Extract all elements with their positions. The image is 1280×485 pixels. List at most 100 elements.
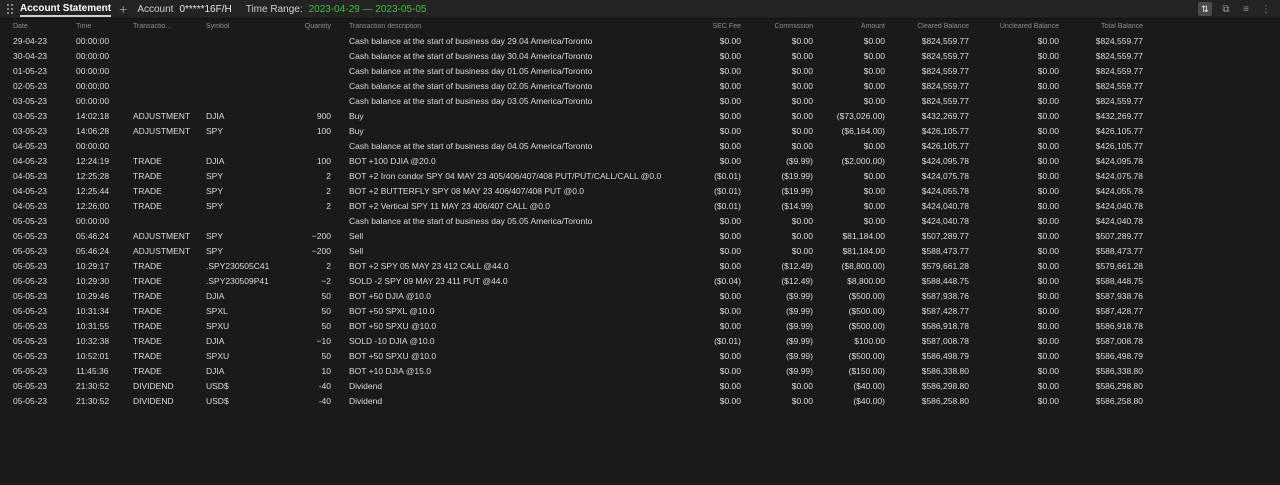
col-quantity[interactable]: Quantity	[282, 23, 331, 30]
table-row[interactable]: 05-05-23 21:30:52 DIVIDEND USD$ -40 Dividend $…	[0, 378, 1280, 393]
cell-description: Dividend	[349, 380, 383, 391]
cell-quantity: 50	[321, 350, 331, 361]
cell-cleared-balance: $424,040.78	[921, 200, 969, 211]
cell-time: 10:29:30	[76, 275, 110, 286]
table-row[interactable]: 05-05-23 00:00:00 Cash balance at the star…	[0, 213, 1280, 228]
cell-transaction-type: TRADE	[133, 185, 162, 196]
cell-total-balance: $586,498.79	[1095, 350, 1143, 361]
cell-amount: $0.00	[863, 50, 885, 61]
table-row[interactable]: 03-05-23 00:00:00 Cash balance at the star…	[0, 93, 1280, 108]
cell-amount: ($73,026.00)	[836, 110, 885, 121]
cell-quantity: 100	[316, 125, 331, 136]
table-row[interactable]: 05-05-23 10:32:38 TRADE DJIA −10 SOLD -10 DJI…	[0, 333, 1280, 348]
cell-commission: ($19.99)	[781, 170, 813, 181]
cell-description: BOT +2 BUTTERFLY SPY 08 MAY 23 406/407/4…	[349, 185, 585, 196]
cell-symbol: SPY	[206, 125, 224, 136]
cell-cleared-balance: $588,448.75	[921, 275, 969, 286]
col-time[interactable]: Time	[76, 23, 128, 30]
table-row[interactable]: 30-04-23 00:00:00 Cash balance at the star…	[0, 48, 1280, 63]
popout-icon[interactable]: ⧉	[1220, 4, 1232, 15]
table-row[interactable]: 05-05-23 10:31:34 TRADE SPXL 50 BOT +50 SPXL …	[0, 303, 1280, 318]
sync-icon[interactable]: ⇅	[1198, 2, 1212, 16]
table-row[interactable]: 05-05-23 11:45:36 TRADE DJIA 10 BOT +10 DJIA …	[0, 363, 1280, 378]
cell-date: 03-05-23	[13, 110, 48, 121]
drag-handle-icon[interactable]	[7, 4, 13, 14]
cell-total-balance: $587,938.76	[1095, 290, 1143, 301]
cell-commission: ($9.99)	[786, 305, 813, 316]
cell-time: 10:31:55	[76, 320, 110, 331]
table-row[interactable]: 03-05-23 14:02:18 ADJUSTMENT DJIA 900 Buy $0.0…	[0, 108, 1280, 123]
table-row[interactable]: 05-05-23 10:52:01 TRADE SPXU 50 BOT +50 SPXU …	[0, 348, 1280, 363]
cell-date: 04-05-23	[13, 155, 48, 166]
col-commission[interactable]: Commission	[750, 23, 813, 30]
col-description[interactable]: Transaction description	[349, 23, 699, 30]
statement-table: Date Time Transactio... Symbol Quantity …	[0, 19, 1280, 408]
cell-amount: ($500.00)	[848, 305, 885, 316]
col-cleared-balance[interactable]: Cleared Balance	[895, 23, 969, 30]
cell-time: 12:25:28	[76, 170, 110, 181]
cell-sec-fee: $0.00	[719, 215, 741, 226]
table-row[interactable]: 05-05-23 10:29:17 TRADE .SPY230505C41 2 BOT +…	[0, 258, 1280, 273]
time-range-selector[interactable]: 2023-04-29 — 2023-05-05	[309, 4, 427, 15]
cell-uncleared-balance: $0.00	[1037, 395, 1059, 406]
cell-commission: $0.00	[791, 95, 813, 106]
table-row[interactable]: 29-04-23 00:00:00 Cash balance at the star…	[0, 33, 1280, 48]
table-row[interactable]: 04-05-23 12:25:44 TRADE SPY 2 BOT +2 BUTTERFL…	[0, 183, 1280, 198]
cell-date: 04-05-23	[13, 185, 48, 196]
table-row[interactable]: 05-05-23 10:29:30 TRADE .SPY230509P41 −2 SOLD…	[0, 273, 1280, 288]
col-total-balance[interactable]: Total Balance	[1070, 23, 1143, 30]
table-row[interactable]: 05-05-23 05:46:24 ADJUSTMENT SPY −200 Sell $0.…	[0, 243, 1280, 258]
table-row[interactable]: 04-05-23 00:00:00 Cash balance at the star…	[0, 138, 1280, 153]
cell-time: 21:30:52	[76, 380, 110, 391]
table-row[interactable]: 05-05-23 05:46:24 ADJUSTMENT SPY −200 Sell $0.…	[0, 228, 1280, 243]
cell-commission: $0.00	[791, 80, 813, 91]
cell-quantity: 2	[326, 170, 331, 181]
col-amount[interactable]: Amount	[820, 23, 885, 30]
cell-transaction-type: TRADE	[133, 350, 162, 361]
cell-symbol: SPXU	[206, 350, 230, 361]
add-tab-button[interactable]: +	[119, 2, 127, 16]
cell-sec-fee: ($0.04)	[714, 275, 741, 286]
table-row[interactable]: 01-05-23 00:00:00 Cash balance at the star…	[0, 63, 1280, 78]
table-row[interactable]: 05-05-23 21:30:52 DIVIDEND USD$ -40 Dividend $…	[0, 393, 1280, 408]
table-row[interactable]: 05-05-23 10:31:55 TRADE SPXU 50 BOT +50 SPXU …	[0, 318, 1280, 333]
cell-commission: ($12.49)	[781, 275, 813, 286]
col-symbol[interactable]: Symbol	[206, 23, 294, 30]
cell-sec-fee: $0.00	[719, 380, 741, 391]
col-sec-fee[interactable]: SEC Fee	[700, 23, 741, 30]
cell-sec-fee: ($0.01)	[714, 170, 741, 181]
cell-symbol: SPXU	[206, 320, 230, 331]
table-row[interactable]: 05-05-23 10:29:46 TRADE DJIA 50 BOT +50 DJIA …	[0, 288, 1280, 303]
col-transaction-type[interactable]: Transactio...	[133, 23, 201, 30]
cell-quantity: −200	[311, 230, 331, 241]
cell-total-balance: $424,040.78	[1095, 200, 1143, 211]
cell-commission: ($9.99)	[786, 335, 813, 346]
table-header: Date Time Transactio... Symbol Quantity …	[0, 19, 1280, 33]
cell-date: 05-05-23	[13, 395, 48, 406]
more-icon[interactable]: ⋮	[1260, 4, 1272, 15]
col-date[interactable]: Date	[13, 23, 69, 30]
cell-amount: ($40.00)	[853, 380, 885, 391]
cell-sec-fee: $0.00	[719, 95, 741, 106]
cell-cleared-balance: $587,428.77	[921, 305, 969, 316]
cell-date: 05-05-23	[13, 215, 48, 226]
cell-description: Sell	[349, 245, 364, 256]
cell-date: 05-05-23	[13, 260, 48, 271]
cell-transaction-type: TRADE	[133, 260, 162, 271]
col-uncleared-balance[interactable]: Uncleared Balance	[985, 23, 1059, 30]
cell-commission: $0.00	[791, 50, 813, 61]
cell-transaction-type: ADJUSTMENT	[133, 125, 191, 136]
account-selector[interactable]: 0*****16F/H	[179, 4, 231, 15]
menu-icon[interactable]: ≡	[1240, 4, 1252, 15]
table-row[interactable]: 02-05-23 00:00:00 Cash balance at the star…	[0, 78, 1280, 93]
cell-time: 10:52:01	[76, 350, 110, 361]
cell-amount: $100.00	[854, 335, 885, 346]
cell-quantity: 2	[326, 200, 331, 211]
cell-amount: $81,184.00	[842, 245, 885, 256]
table-row[interactable]: 04-05-23 12:26:00 TRADE SPY 2 BOT +2 Vertical…	[0, 198, 1280, 213]
cell-amount: ($500.00)	[848, 320, 885, 331]
table-row[interactable]: 04-05-23 12:25:28 TRADE SPY 2 BOT +2 Iron con…	[0, 168, 1280, 183]
tab-account-statement[interactable]: Account Statement	[20, 2, 112, 17]
table-row[interactable]: 04-05-23 12:24:19 TRADE DJIA 100 BOT +100 DJI…	[0, 153, 1280, 168]
table-row[interactable]: 03-05-23 14:06:28 ADJUSTMENT SPY 100 Buy $0.00…	[0, 123, 1280, 138]
